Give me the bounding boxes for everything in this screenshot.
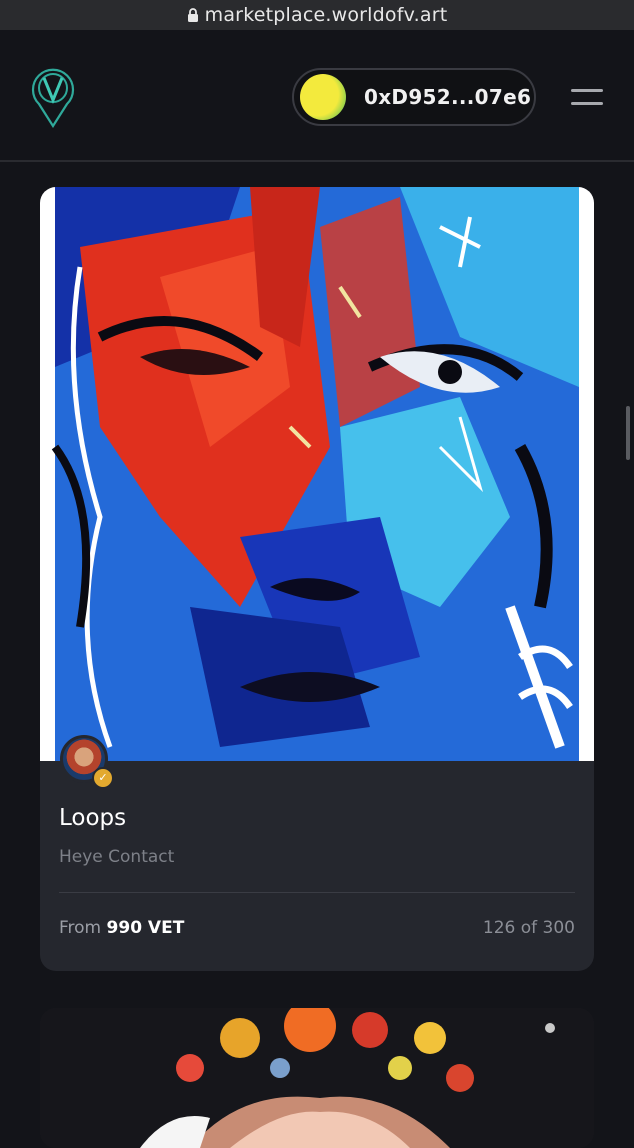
artist-name[interactable]: Heye Contact bbox=[59, 847, 174, 867]
url-text: marketplace.worldofv.art bbox=[204, 4, 448, 26]
nft-card[interactable]: ✓ Loops Heye Contact From 990 VET 126 of… bbox=[40, 187, 594, 971]
lock-icon bbox=[187, 8, 198, 22]
artwork-image[interactable] bbox=[40, 1008, 594, 1148]
browser-url-bar[interactable]: marketplace.worldofv.art bbox=[0, 0, 634, 30]
site-header: 0xD952...07e6 bbox=[0, 34, 634, 162]
hamburger-menu-icon[interactable] bbox=[571, 89, 603, 111]
edition-count: 126 of 300 bbox=[482, 918, 575, 938]
wallet-button[interactable]: 0xD952...07e6 bbox=[292, 68, 536, 126]
price-prefix: From bbox=[59, 918, 102, 938]
divider bbox=[59, 892, 575, 893]
wallet-address: 0xD952...07e6 bbox=[364, 85, 532, 109]
nft-title[interactable]: Loops bbox=[59, 805, 126, 831]
verified-badge-icon: ✓ bbox=[92, 767, 114, 789]
price-info: From 990 VET bbox=[59, 918, 184, 938]
worldofv-logo-icon[interactable] bbox=[30, 66, 76, 128]
nft-card[interactable] bbox=[40, 1008, 594, 1148]
wallet-avatar bbox=[300, 74, 346, 120]
scrollbar[interactable] bbox=[626, 406, 630, 460]
price-value: 990 VET bbox=[106, 918, 185, 938]
artwork-image[interactable] bbox=[40, 187, 594, 761]
